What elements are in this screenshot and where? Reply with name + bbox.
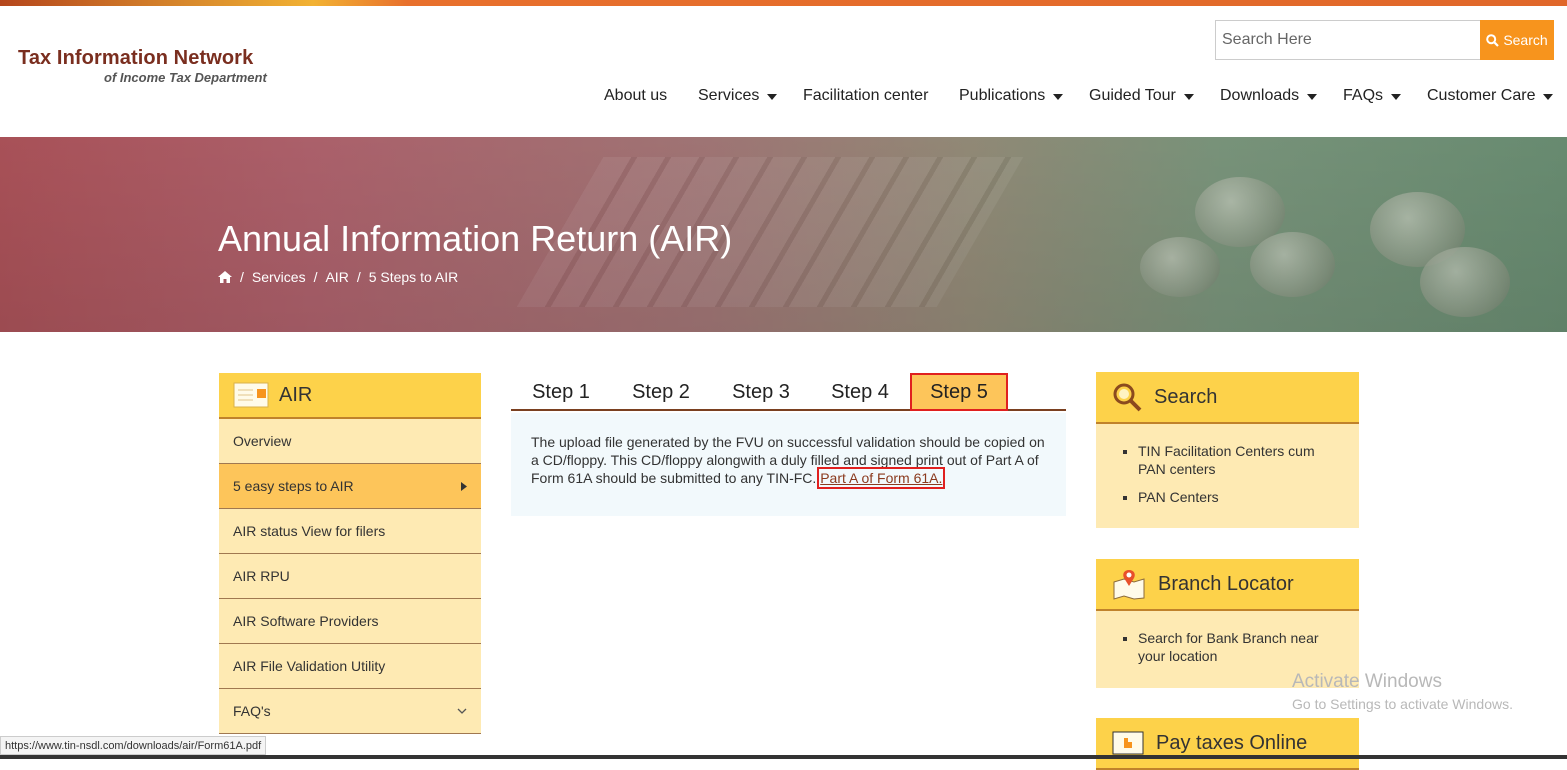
caret-right-icon xyxy=(461,481,467,491)
tab-step-4[interactable]: Step 4 xyxy=(811,373,909,411)
browser-status-url: https://www.tin-nsdl.com/downloads/air/F… xyxy=(0,736,267,755)
caret-down-icon xyxy=(1391,94,1402,100)
magnifier-icon xyxy=(1113,383,1142,412)
nav-faqs[interactable]: FAQs xyxy=(1343,85,1402,107)
site-header: Tax Information Network of Income Tax De… xyxy=(0,6,1567,137)
activate-windows-title: Activate Windows xyxy=(1292,671,1442,692)
sidebar-item-overview[interactable]: Overview xyxy=(219,419,481,464)
tab-step-5[interactable]: Step 5 xyxy=(910,373,1008,411)
hand-pointer-icon xyxy=(1112,731,1144,755)
sidebar-item-faqs[interactable]: FAQ's xyxy=(219,689,481,734)
sidebar-item-fvu[interactable]: AIR File Validation Utility xyxy=(219,644,481,689)
caret-down-icon xyxy=(1307,94,1318,100)
sidebar-item-label: AIR status View for filers xyxy=(233,523,386,539)
branch-card-header: Branch Locator xyxy=(1096,559,1359,611)
tab-step-1[interactable]: Step 1 xyxy=(511,373,611,411)
caret-down-icon xyxy=(767,94,778,100)
home-icon[interactable] xyxy=(218,271,232,283)
air-sidebar: AIR Overview 5 easy steps to AIR AIR sta… xyxy=(219,373,481,734)
nav-label: Customer Care xyxy=(1427,87,1536,104)
nav-label: About us xyxy=(604,87,668,104)
search-button[interactable]: Search xyxy=(1480,20,1554,60)
breadcrumb-separator: / xyxy=(356,269,361,285)
logo-subtitle: of Income Tax Department xyxy=(104,70,267,85)
page-banner: Annual Information Return (AIR) / Servic… xyxy=(0,137,1567,332)
sidebar-item-label: AIR RPU xyxy=(233,568,290,584)
nav-guided-tour[interactable]: Guided Tour xyxy=(1089,85,1194,107)
breadcrumb-separator: / xyxy=(313,269,318,285)
nav-label: Services xyxy=(698,87,760,104)
sidebar-item-label: Overview xyxy=(233,433,292,449)
branch-locator-card: Branch Locator Search for Bank Branch ne… xyxy=(1096,559,1359,688)
breadcrumb: / Services / AIR / 5 Steps to AIR xyxy=(218,269,458,285)
breadcrumb-separator: / xyxy=(240,269,244,285)
list-item-tin-fc[interactable]: TIN Facilitation Centers cum PAN centers xyxy=(1138,442,1343,478)
step-content-text: The upload file generated by the FVU on … xyxy=(531,434,1045,486)
list-item-bank-branch[interactable]: Search for Bank Branch near your locatio… xyxy=(1138,629,1343,665)
search-card: Search TIN Facilitation Centers cum PAN … xyxy=(1096,372,1359,528)
breadcrumb-current: 5 Steps to AIR xyxy=(368,269,459,285)
pay-card-header: Pay taxes Online xyxy=(1096,718,1359,770)
nav-customer-care[interactable]: Customer Care xyxy=(1427,85,1554,107)
nav-label: Downloads xyxy=(1220,87,1300,104)
tab-step-3[interactable]: Step 3 xyxy=(711,373,811,411)
page-title: Annual Information Return (AIR) xyxy=(218,218,733,259)
document-icon xyxy=(233,382,269,408)
sidebar-title: AIR xyxy=(279,383,313,406)
map-pin-icon xyxy=(1113,570,1145,600)
pay-card-title: Pay taxes Online xyxy=(1156,731,1308,754)
breadcrumb-air[interactable]: AIR xyxy=(325,269,348,285)
search-input[interactable] xyxy=(1215,20,1481,60)
sidebar-item-5-easy-steps[interactable]: 5 easy steps to AIR xyxy=(219,464,481,509)
sidebar-item-air-status[interactable]: AIR status View for filers xyxy=(219,509,481,554)
step-tabs: Step 1 Step 2 Step 3 Step 4 Step 5 xyxy=(511,373,1066,411)
form-61a-link[interactable]: Part A of Form 61A. xyxy=(817,467,946,489)
chevron-down-icon xyxy=(457,708,467,714)
pay-taxes-card: Pay taxes Online xyxy=(1096,718,1359,770)
sidebar-item-label: AIR File Validation Utility xyxy=(233,658,386,674)
tab-step-2[interactable]: Step 2 xyxy=(611,373,711,411)
sidebar-item-label: FAQ's xyxy=(233,703,271,719)
sidebar-header: AIR xyxy=(219,373,481,419)
caret-down-icon xyxy=(1543,94,1554,100)
sidebar-item-label: AIR Software Providers xyxy=(233,613,379,629)
search-icon xyxy=(1486,33,1500,47)
search-card-title: Search xyxy=(1154,385,1218,408)
sidebar-item-air-rpu[interactable]: AIR RPU xyxy=(219,554,481,599)
search-button-label: Search xyxy=(1503,32,1548,48)
logo-title[interactable]: Tax Information Network xyxy=(18,47,253,70)
branch-card-title: Branch Locator xyxy=(1158,572,1294,595)
nav-facilitation-center[interactable]: Facilitation center xyxy=(803,85,928,107)
list-item-pan-centers[interactable]: PAN Centers xyxy=(1138,488,1343,506)
taskbar-edge xyxy=(0,755,1567,759)
step-content: The upload file generated by the FVU on … xyxy=(511,413,1066,516)
nav-services[interactable]: Services xyxy=(698,85,778,107)
nav-label: Facilitation center xyxy=(803,87,929,104)
caret-down-icon xyxy=(1053,94,1064,100)
sidebar-item-label: 5 easy steps to AIR xyxy=(233,478,354,494)
nav-label: Publications xyxy=(959,87,1046,104)
nav-publications[interactable]: Publications xyxy=(959,85,1064,107)
nav-about-us[interactable]: About us xyxy=(604,85,667,107)
search-card-header: Search xyxy=(1096,372,1359,424)
activate-windows-subtitle: Go to Settings to activate Windows. xyxy=(1292,696,1513,712)
nav-label: FAQs xyxy=(1343,87,1384,104)
sidebar-item-software-providers[interactable]: AIR Software Providers xyxy=(219,599,481,644)
nav-label: Guided Tour xyxy=(1089,87,1176,104)
breadcrumb-services[interactable]: Services xyxy=(252,269,306,285)
caret-down-icon xyxy=(1183,94,1194,100)
search-card-list: TIN Facilitation Centers cum PAN centers… xyxy=(1096,424,1359,530)
nav-downloads[interactable]: Downloads xyxy=(1220,85,1318,107)
